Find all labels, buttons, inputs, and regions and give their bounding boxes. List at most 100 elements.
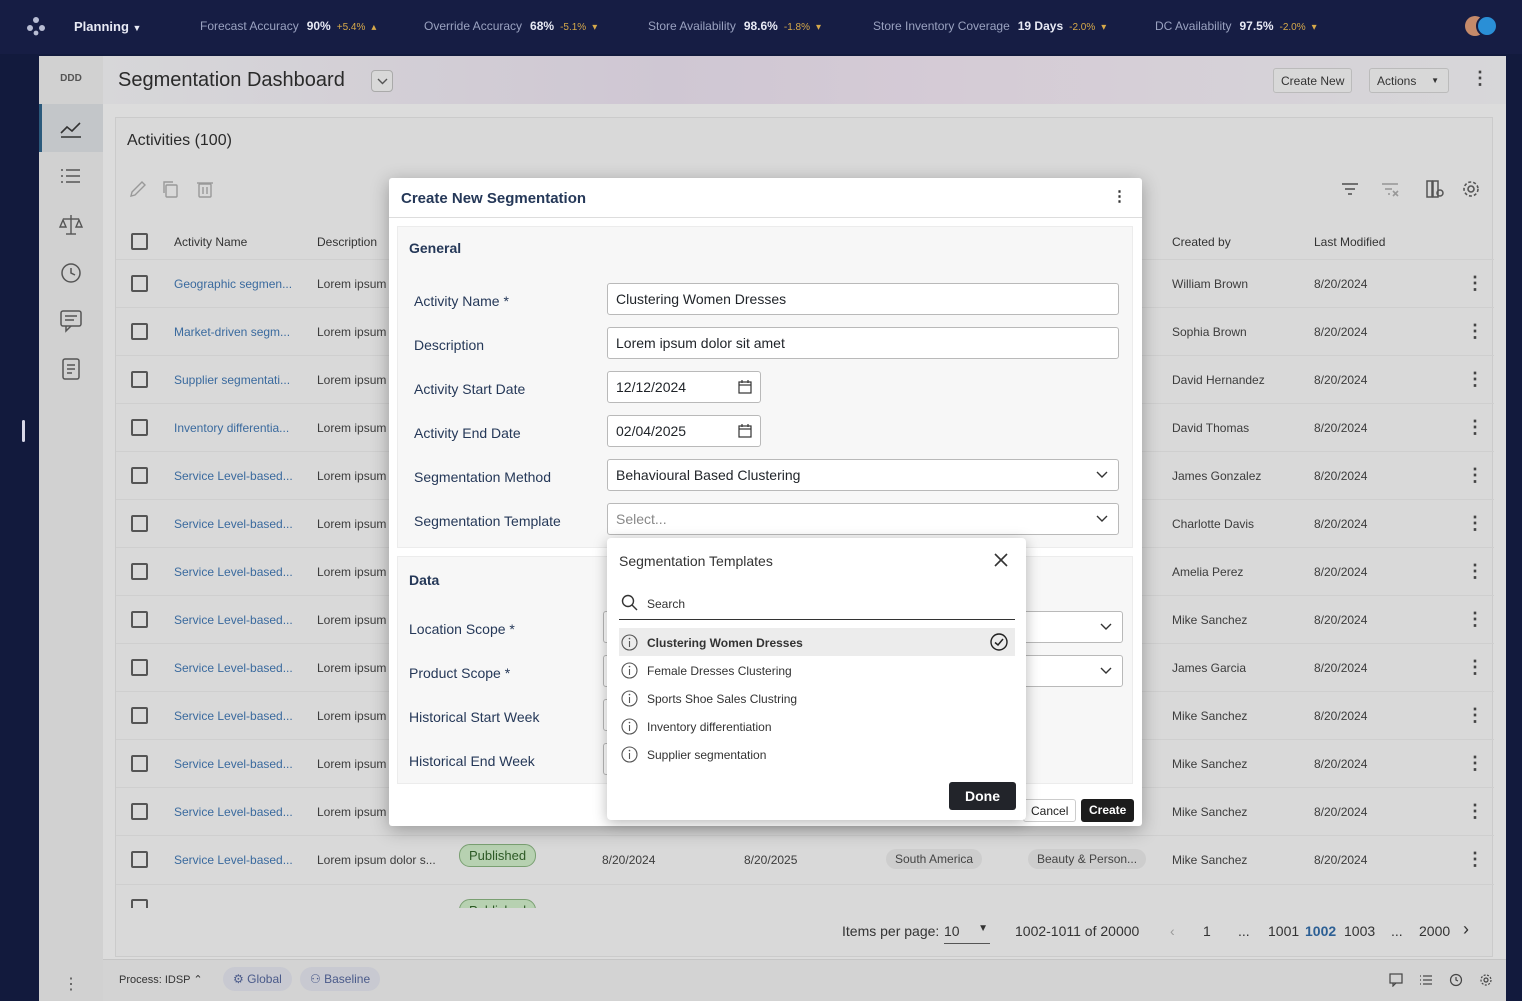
row-checkbox[interactable] xyxy=(131,755,148,772)
comment-icon[interactable] xyxy=(1389,973,1403,987)
column-settings-icon[interactable] xyxy=(1425,179,1445,199)
row-more-icon[interactable]: ⋮ xyxy=(1466,369,1484,390)
row-checkbox[interactable] xyxy=(131,371,148,388)
row-checkbox[interactable] xyxy=(131,467,148,484)
more-vertical-icon[interactable]: ⋮ xyxy=(63,974,79,994)
create-button[interactable]: Create xyxy=(1081,799,1135,822)
activity-name-link[interactable]: Service Level-based... xyxy=(174,709,293,723)
done-button[interactable]: Done xyxy=(949,782,1016,810)
delete-icon[interactable] xyxy=(195,179,215,199)
activity-name-link[interactable]: Service Level-based... xyxy=(174,805,293,819)
template-option[interactable]: Sports Shoe Sales Clustring xyxy=(619,684,1015,712)
edit-icon[interactable] xyxy=(128,179,148,199)
row-more-icon[interactable]: ⋮ xyxy=(1466,273,1484,294)
kpi-store-inventory-coverage[interactable]: Store Inventory Coverage 19 Days -2.0% ▾ xyxy=(873,19,1106,33)
row-checkbox[interactable] xyxy=(131,515,148,532)
table-row[interactable]: Published xyxy=(116,884,1494,908)
row-more-icon[interactable]: ⋮ xyxy=(1466,321,1484,342)
search-input[interactable]: Search xyxy=(647,597,685,611)
info-icon[interactable] xyxy=(621,634,638,651)
modal-more-icon[interactable]: ⋮ xyxy=(1112,187,1127,205)
row-checkbox[interactable] xyxy=(131,803,148,820)
row-more-icon[interactable]: ⋮ xyxy=(1466,705,1484,726)
template-option[interactable]: Inventory differentiation xyxy=(619,712,1015,740)
row-checkbox[interactable] xyxy=(131,899,148,908)
page-last[interactable]: 2000 xyxy=(1419,923,1450,939)
info-icon[interactable] xyxy=(621,746,638,763)
row-more-icon[interactable]: ⋮ xyxy=(1466,513,1484,534)
app-logo-icon[interactable] xyxy=(26,16,46,36)
actions-button[interactable]: Actions ▼ xyxy=(1369,68,1449,93)
list-icon[interactable] xyxy=(1419,973,1433,987)
info-icon[interactable] xyxy=(621,690,638,707)
row-more-icon[interactable]: ⋮ xyxy=(1466,753,1484,774)
list-icon[interactable] xyxy=(58,164,84,190)
title-dropdown-button[interactable] xyxy=(371,70,393,92)
calendar-icon[interactable] xyxy=(738,380,752,394)
select-all-checkbox[interactable] xyxy=(131,233,148,250)
page-1001[interactable]: 1001 xyxy=(1268,923,1299,939)
method-select[interactable]: Behavioural Based Clustering xyxy=(607,459,1119,491)
row-checkbox[interactable] xyxy=(131,563,148,580)
row-checkbox[interactable] xyxy=(131,419,148,436)
col-last-modified[interactable]: Last Modified xyxy=(1314,235,1385,249)
activity-name-link[interactable]: Service Level-based... xyxy=(174,565,293,579)
kpi-store-availability[interactable]: Store Availability 98.6% -1.8% ▾ xyxy=(648,19,821,33)
create-new-button[interactable]: Create New xyxy=(1273,68,1353,93)
gear-icon[interactable] xyxy=(1461,179,1481,199)
template-select[interactable]: Select... xyxy=(607,503,1119,535)
activity-name-link[interactable]: Market-driven segm... xyxy=(174,325,290,339)
template-option[interactable]: Supplier segmentation xyxy=(619,740,1015,768)
close-icon[interactable] xyxy=(993,552,1009,568)
template-option[interactable]: Female Dresses Clustering xyxy=(619,656,1015,684)
row-more-icon[interactable]: ⋮ xyxy=(1466,801,1484,822)
col-description[interactable]: Description xyxy=(317,235,377,249)
comment-icon[interactable] xyxy=(58,308,84,334)
row-checkbox[interactable] xyxy=(131,851,148,868)
row-more-icon[interactable]: ⋮ xyxy=(1466,849,1484,870)
prev-page-icon[interactable]: ‹ xyxy=(1170,923,1175,939)
avatar[interactable] xyxy=(1463,14,1499,38)
row-more-icon[interactable]: ⋮ xyxy=(1466,417,1484,438)
row-checkbox[interactable] xyxy=(131,323,148,340)
row-more-icon[interactable]: ⋮ xyxy=(1466,657,1484,678)
col-activity-name[interactable]: Activity Name xyxy=(174,235,247,249)
row-checkbox[interactable] xyxy=(131,275,148,292)
activity-name-link[interactable]: Service Level-based... xyxy=(174,469,293,483)
page-1002-current[interactable]: 1002 xyxy=(1305,923,1336,939)
report-icon[interactable] xyxy=(58,356,84,382)
col-created-by[interactable]: Created by xyxy=(1172,235,1231,249)
global-chip[interactable]: ⚙ Global xyxy=(223,967,292,991)
kpi-override-accuracy[interactable]: Override Accuracy 68% -5.1% ▾ xyxy=(424,19,597,33)
row-more-icon[interactable]: ⋮ xyxy=(1466,609,1484,630)
row-checkbox[interactable] xyxy=(131,707,148,724)
info-icon[interactable] xyxy=(621,718,638,735)
kpi-forecast-accuracy[interactable]: Forecast Accuracy 90% +5.4% ▴ xyxy=(200,19,376,33)
calendar-icon[interactable] xyxy=(738,424,752,438)
table-row[interactable]: Service Level-based... Lorem ipsum dolor … xyxy=(116,835,1494,883)
activity-name-link[interactable]: Supplier segmentati... xyxy=(174,373,290,387)
history-icon[interactable] xyxy=(1449,973,1463,987)
activity-name-link[interactable]: Geographic segmen... xyxy=(174,277,292,291)
planning-menu[interactable]: Planning ▼ xyxy=(74,19,141,34)
template-search[interactable]: Search xyxy=(619,590,1015,620)
activity-name-input[interactable]: Clustering Women Dresses xyxy=(607,283,1119,315)
history-icon[interactable] xyxy=(58,260,84,286)
activity-name-link[interactable]: Service Level-based... xyxy=(174,757,293,771)
row-checkbox[interactable] xyxy=(131,611,148,628)
activity-name-link[interactable]: Service Level-based... xyxy=(174,613,293,627)
copy-icon[interactable] xyxy=(160,179,180,199)
activity-name-link[interactable]: Service Level-based... xyxy=(174,853,293,867)
template-option[interactable]: Clustering Women Dresses xyxy=(619,628,1015,656)
next-page-icon[interactable]: › xyxy=(1463,919,1469,940)
process-indicator[interactable]: Process: IDSP ⌃ xyxy=(119,973,203,986)
clear-filter-icon[interactable] xyxy=(1380,179,1400,199)
activity-name-link[interactable]: Service Level-based... xyxy=(174,517,293,531)
row-more-icon[interactable]: ⋮ xyxy=(1466,561,1484,582)
side-drag-handle[interactable] xyxy=(22,420,25,442)
start-date-input[interactable]: 12/12/2024 xyxy=(607,371,761,403)
info-icon[interactable] xyxy=(621,662,638,679)
page-1003[interactable]: 1003 xyxy=(1344,923,1375,939)
description-input[interactable]: Lorem ipsum dolor sit amet xyxy=(607,327,1119,359)
items-per-page-select[interactable]: 10 ▼ xyxy=(944,923,990,944)
